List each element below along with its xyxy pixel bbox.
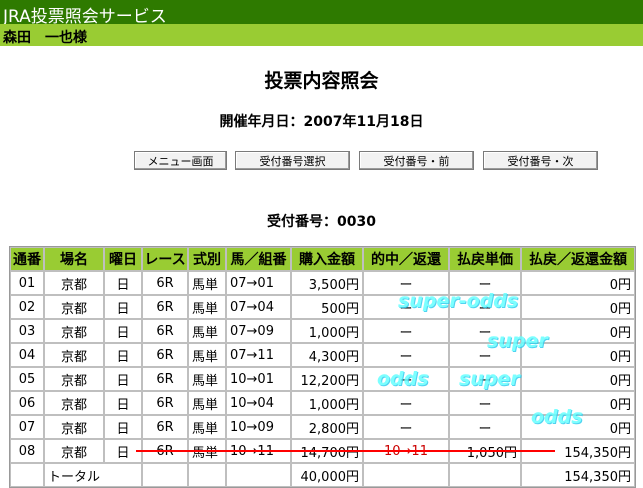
page-title: 投票内容照会 [264, 70, 379, 92]
cell-combination: 07→11 [226, 343, 291, 367]
table-row: 01 京都 日 6R 馬単 07→01 3,500円 ー ー 0円 [10, 271, 635, 295]
cell-combination: 07→04 [226, 295, 291, 319]
cell-venue: 京都 [44, 271, 104, 295]
cell-payout-amount: 0円 [521, 367, 635, 391]
header-venue: 場名 [44, 247, 104, 271]
cell-purchase: 12,200円 [291, 367, 363, 391]
cell-race: 6R [142, 367, 188, 391]
cell-purchase: 1,000円 [291, 391, 363, 415]
cell-venue: 京都 [44, 319, 104, 343]
cell-day: 日 [104, 343, 142, 367]
cell-race: 6R [142, 295, 188, 319]
cell-serial: 02 [10, 295, 44, 319]
cell-serial: 05 [10, 367, 44, 391]
watermark: super-odds [398, 290, 519, 312]
header-race: レース [142, 247, 188, 271]
watermark: super [459, 368, 520, 390]
cell-combination: 10→04 [226, 391, 291, 415]
header-purchase: 購入金額 [291, 247, 363, 271]
header-bet-type: 式別 [188, 247, 226, 271]
cell-serial: 04 [10, 343, 44, 367]
winning-underline [136, 450, 555, 452]
meet-date-text: 開催年月日：2007年11月18日 [219, 114, 424, 130]
cell-payout-amount: 0円 [521, 271, 635, 295]
cell-day: 日 [104, 319, 142, 343]
cell-serial: 01 [10, 271, 44, 295]
cell-bet-type: 馬単 [188, 343, 226, 367]
receipt-select-button[interactable]: 受付番号選択 [235, 151, 350, 170]
cell-combination: 10→01 [226, 367, 291, 391]
cell-venue: 京都 [44, 367, 104, 391]
cell-bet-type: 馬単 [188, 415, 226, 439]
cell-venue: 京都 [44, 295, 104, 319]
table-row: 02 京都 日 6R 馬単 07→04 500円 ー ー 0円 [10, 295, 635, 319]
table-header-row: 通番 場名 曜日 レース 式別 馬／組番 購入金額 的中／返還 払戻単価 払戻／… [10, 247, 635, 271]
header-hit-refund: 的中／返還 [363, 247, 449, 271]
cell-bet-type: 馬単 [188, 271, 226, 295]
cell-bet-type: 馬単 [188, 391, 226, 415]
cell-bet-type: 馬単 [188, 319, 226, 343]
cell-race: 6R [142, 415, 188, 439]
header-combination: 馬／組番 [226, 247, 291, 271]
cell-race: 6R [142, 343, 188, 367]
receipt-number: 受付番号：0030 [267, 214, 376, 230]
cell-venue: 京都 [44, 391, 104, 415]
cell-unit-payout: ー [449, 391, 521, 415]
cell-bet-type: 馬単 [188, 295, 226, 319]
cell-combination: 07→01 [226, 271, 291, 295]
cell-hit-refund: ー [363, 343, 449, 367]
cell-bet-type: 馬単 [188, 367, 226, 391]
total-payout: 154,350円 [521, 463, 635, 487]
app-title-bar: JRA投票照会サービス [0, 0, 643, 27]
cell-unit-payout: ー [449, 415, 521, 439]
watermark: super [487, 330, 548, 352]
cell-purchase: 1,000円 [291, 319, 363, 343]
total-label: トータル [44, 463, 142, 487]
cell-race: 6R [142, 391, 188, 415]
cell-hit-refund: ー [363, 391, 449, 415]
cell-venue: 京都 [44, 415, 104, 439]
header-payout-amount: 払戻／返還金額 [521, 247, 635, 271]
table-row: 05 京都 日 6R 馬単 10→01 12,200円 ー ー 0円 [10, 367, 635, 391]
cell-hit-refund: ー [363, 415, 449, 439]
next-receipt-button[interactable]: 受付番号・次 [483, 151, 598, 170]
watermark: odds [377, 368, 429, 390]
cell-combination: 07→09 [226, 319, 291, 343]
cell-serial: 07 [10, 415, 44, 439]
cell-hit-refund: ー [363, 319, 449, 343]
cell-serial: 08 [10, 439, 44, 463]
cell-purchase: 2,800円 [291, 415, 363, 439]
user-name: 森田 一也様 [3, 30, 87, 46]
header-day: 曜日 [104, 247, 142, 271]
cell-serial: 06 [10, 391, 44, 415]
cell-day: 日 [104, 391, 142, 415]
cell-day: 日 [104, 415, 142, 439]
menu-button[interactable]: メニュー画面 [134, 151, 227, 170]
table-total-row: トータル 40,000円 154,350円 [10, 463, 635, 487]
cell-race: 6R [142, 319, 188, 343]
previous-receipt-button[interactable]: 受付番号・前 [359, 151, 474, 170]
cell-purchase: 3,500円 [291, 271, 363, 295]
cell-day: 日 [104, 367, 142, 391]
cell-day: 日 [104, 271, 142, 295]
user-bar: 森田 一也様 [0, 24, 643, 46]
watermark: odds [531, 406, 583, 428]
cell-venue: 京都 [44, 343, 104, 367]
header-unit-payout: 払戻単価 [449, 247, 521, 271]
cell-day: 日 [104, 295, 142, 319]
total-purchase: 40,000円 [291, 463, 363, 487]
cell-venue: 京都 [44, 439, 104, 463]
cell-race: 6R [142, 271, 188, 295]
header-serial: 通番 [10, 247, 44, 271]
cell-payout-amount: 0円 [521, 295, 635, 319]
cell-purchase: 500円 [291, 295, 363, 319]
cell-purchase: 4,300円 [291, 343, 363, 367]
cell-serial: 03 [10, 319, 44, 343]
cell-combination: 10→09 [226, 415, 291, 439]
meet-date: 開催年月日：2007年11月18日 [0, 111, 643, 131]
